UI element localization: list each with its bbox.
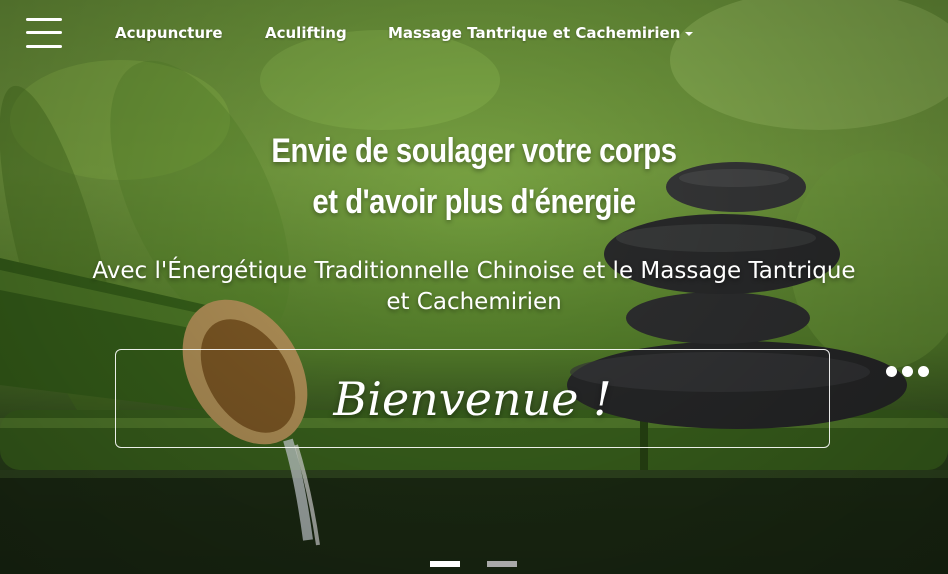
hero-subheadline: Avec l'Énergétique Traditionnelle Chinoi… — [92, 258, 856, 315]
slider-indicator-2[interactable] — [487, 561, 517, 567]
hero-section: Acupuncture Aculifting Massage Tantrique… — [0, 0, 948, 574]
nav-link-massage-label: Massage Tantrique et Cachemirien — [388, 24, 681, 42]
more-dots-icon[interactable] — [886, 366, 934, 380]
hero-headline-line2: et d'avoir plus d'énergie — [312, 183, 636, 221]
slider-indicators — [430, 561, 517, 567]
nav-dropdown-massage[interactable]: Massage Tantrique et Cachemirien — [388, 24, 694, 42]
top-navigation: Acupuncture Aculifting Massage Tantrique… — [0, 0, 948, 68]
welcome-box: Bienvenue ! — [115, 349, 830, 448]
hero-headline: Envie de soulager votre corps et d'avoir… — [66, 126, 881, 228]
nav-link-acupuncture[interactable]: Acupuncture — [115, 24, 223, 42]
slider-indicator-1[interactable] — [430, 561, 460, 567]
welcome-text: Bienvenue ! — [333, 371, 612, 426]
hamburger-menu-icon[interactable] — [26, 17, 64, 49]
hero-headline-line1: Envie de soulager votre corps — [271, 132, 677, 170]
nav-link-aculifting[interactable]: Aculifting — [265, 24, 347, 42]
caret-down-icon — [685, 31, 694, 36]
